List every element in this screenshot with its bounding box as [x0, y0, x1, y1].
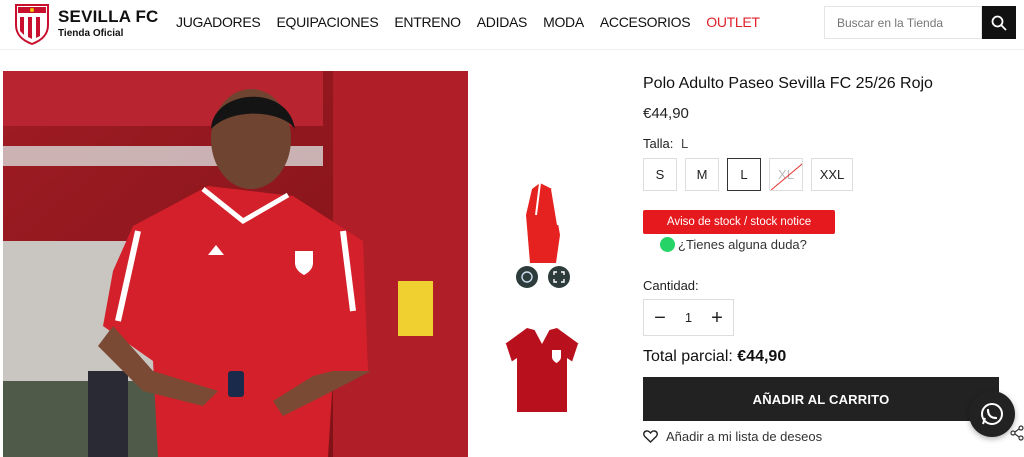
site-header: SEVILLA FC Tienda Oficial JUGADORES EQUI… — [0, 0, 1024, 50]
quantity-stepper: − 1 + — [643, 299, 734, 336]
size-label: Talla: — [643, 136, 674, 151]
product-title: Polo Adulto Paseo Sevilla FC 25/26 Rojo — [643, 75, 933, 92]
nav-item-accesorios[interactable]: ACCESORIOS — [600, 14, 691, 30]
stock-notice-button[interactable]: Aviso de stock / stock notice — [643, 210, 835, 234]
nav-item-entreno[interactable]: ENTRENO — [394, 14, 461, 30]
quantity-label: Cantidad: — [643, 278, 699, 293]
polo-front-image — [504, 328, 580, 412]
brand-name: SEVILLA FC — [58, 7, 159, 26]
nav-item-equipaciones[interactable]: EQUIPACIONES — [276, 14, 378, 30]
brand-subtitle: Tienda Oficial — [58, 28, 124, 39]
player-photo-image — [3, 71, 468, 457]
selected-size: L — [680, 136, 689, 151]
quantity-value[interactable]: 1 — [685, 310, 692, 325]
share-icon — [1010, 425, 1024, 441]
wishlist-link[interactable]: Añadir a mi lista de deseos — [643, 429, 822, 444]
search-icon — [991, 15, 1007, 31]
wishlist-text: Añadir a mi lista de deseos — [666, 429, 823, 444]
thumbnail-front-view[interactable] — [497, 318, 587, 416]
whatsapp-icon — [660, 237, 675, 252]
nav-item-adidas[interactable]: ADIDAS — [477, 14, 528, 30]
zoom-icon — [521, 271, 533, 283]
size-option-l[interactable]: L — [727, 158, 761, 191]
whatsapp-chat-button[interactable] — [969, 391, 1015, 437]
size-option-s[interactable]: S — [643, 158, 677, 191]
share-button[interactable] — [1010, 425, 1024, 446]
subtotal: Total parcial: €44,90 — [643, 348, 786, 366]
plus-icon[interactable]: + — [707, 308, 727, 328]
main-product-photo[interactable] — [3, 71, 468, 457]
zoom-control[interactable] — [516, 266, 538, 288]
heart-icon — [643, 430, 658, 443]
product-price: €44,90 — [643, 105, 689, 122]
size-option-xxl[interactable]: XXL — [811, 158, 853, 191]
size-option-m[interactable]: M — [685, 158, 719, 191]
brand[interactable]: SEVILLA FC Tienda Oficial — [58, 7, 159, 40]
subtotal-value: €44,90 — [737, 348, 787, 365]
question-text: ¿Tienes alguna duda? — [678, 237, 807, 252]
nav-item-moda[interactable]: MODA — [543, 14, 584, 30]
expand-icon — [553, 271, 565, 283]
minus-icon[interactable]: − — [650, 308, 670, 328]
size-label-row: Talla: L — [643, 136, 688, 151]
question-link[interactable]: ¿Tienes alguna duda? — [660, 237, 807, 252]
size-selector: S M L XL XXL — [643, 158, 853, 191]
polo-side-image — [526, 182, 560, 263]
nav-item-outlet[interactable]: OUTLET — [706, 14, 760, 30]
search-button[interactable] — [982, 6, 1016, 39]
nav-item-jugadores[interactable]: JUGADORES — [176, 14, 261, 30]
expand-control[interactable] — [548, 266, 570, 288]
thumbnail-side-view[interactable] — [500, 175, 580, 270]
add-to-cart-button[interactable]: AÑADIR AL CARRITO — [643, 377, 999, 421]
main-nav: JUGADORES EQUIPACIONES ENTRENO ADIDAS MO… — [176, 14, 760, 30]
search-input[interactable] — [824, 6, 982, 39]
subtotal-label: Total parcial: — [643, 348, 733, 365]
size-option-xl[interactable]: XL — [769, 158, 803, 191]
sevilla-fc-crest-logo[interactable] — [14, 3, 50, 45]
whatsapp-icon — [981, 403, 1003, 425]
